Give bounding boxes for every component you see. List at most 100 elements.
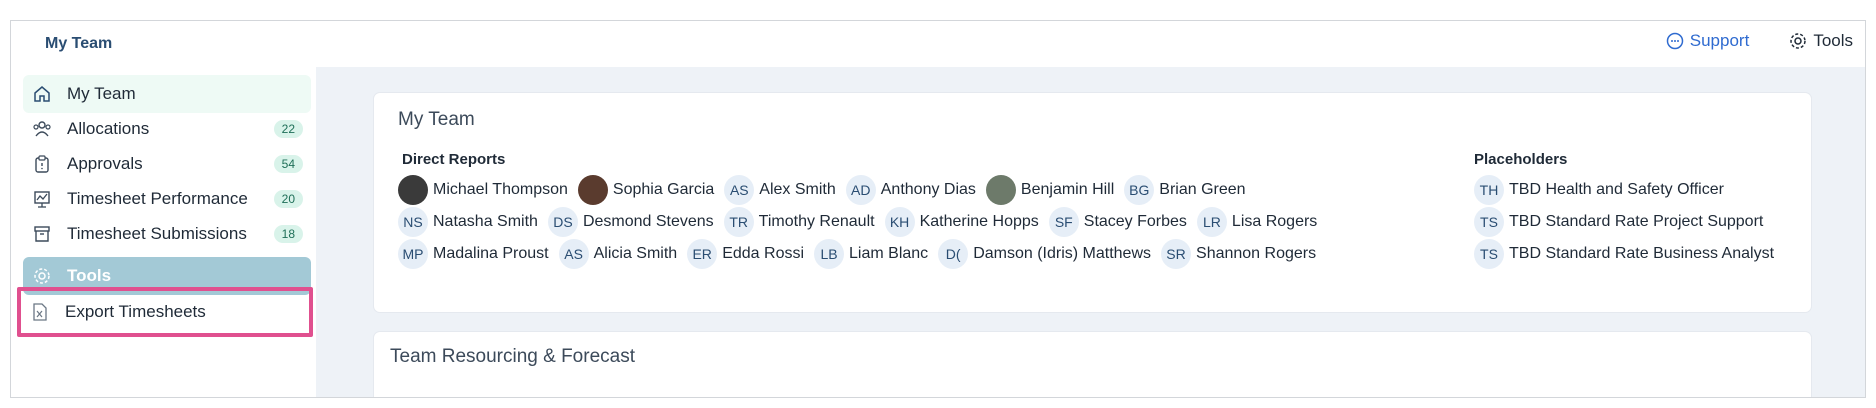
avatar: TR — [723, 207, 754, 237]
direct-reports-row: MP Madalina Proust AS Alicia Smith ER Edda … — [398, 239, 1316, 269]
avatar — [577, 175, 608, 205]
person-chip[interactable]: BG Brian Green — [1124, 175, 1246, 205]
direct-reports-row: Michael Thompson Sophia Garcia AS Alex Sm… — [398, 175, 1246, 205]
count-badge: 22 — [273, 120, 303, 138]
avatar: SR — [1161, 239, 1192, 269]
person-chip[interactable]: SR Shannon Rogers — [1161, 239, 1316, 269]
top-bar: My Team Support Tools — [11, 21, 1865, 67]
person-chip[interactable]: TR Timothy Renault — [723, 207, 875, 237]
tools-label: Tools — [1813, 31, 1853, 50]
placeholder-row: TS TBD Standard Rate Project Support — [1474, 207, 1763, 237]
excel-file-icon — [29, 301, 51, 323]
users-icon — [31, 118, 53, 140]
person-name: Benjamin Hill — [1020, 181, 1115, 198]
person-name: Desmond Stevens — [582, 213, 714, 230]
avatar: TH — [1474, 175, 1504, 205]
avatar: LB — [814, 239, 845, 269]
sidebar-item-label: Approvals — [67, 154, 143, 173]
placeholder-row: TH TBD Health and Safety Officer — [1474, 175, 1724, 205]
avatar: TS — [1474, 239, 1504, 269]
sidebar-item-my-team[interactable]: My Team — [23, 75, 311, 113]
sidebar-item-label: Allocations — [67, 119, 150, 138]
person-chip[interactable]: Benjamin Hill — [985, 175, 1115, 205]
person-chip[interactable]: LR Lisa Rogers — [1196, 207, 1318, 237]
count-badge: 20 — [273, 190, 303, 208]
person-name: Stacey Forbes — [1083, 213, 1187, 230]
person-chip[interactable]: SF Stacey Forbes — [1048, 207, 1187, 237]
person-chip[interactable]: AS Alicia Smith — [558, 239, 678, 269]
forecast-card: Team Resourcing & Forecast — [374, 332, 1811, 397]
placeholder-name: TBD Standard Rate Project Support — [1509, 213, 1764, 230]
person-chip[interactable]: LB Liam Blanc — [814, 239, 928, 269]
home-icon — [31, 83, 53, 105]
sidebar-item-approvals[interactable]: Approvals 54 — [23, 145, 311, 183]
chart-icon — [31, 188, 53, 210]
placeholders-heading: Placeholders — [1474, 151, 1568, 168]
placeholder-chip[interactable]: TH TBD Health and Safety Officer — [1474, 175, 1724, 205]
avatar — [985, 175, 1016, 205]
avatar: DS — [547, 207, 578, 237]
sidebar-item-timesheet-submissions[interactable]: Timesheet Submissions 18 — [23, 215, 311, 253]
count-badge: 54 — [273, 155, 303, 173]
person-chip[interactable]: ER Edda Rossi — [687, 239, 804, 269]
person-name: Liam Blanc — [849, 245, 929, 262]
person-name: Natasha Smith — [433, 213, 538, 230]
person-chip[interactable]: D(Damson (Idris) Matthews — [938, 239, 1151, 269]
my-team-card: My Team Direct Reports Placeholders Mich… — [374, 93, 1811, 312]
person-chip[interactable]: AS Alex Smith — [724, 175, 836, 205]
placeholder-name: TBD Health and Safety Officer — [1509, 181, 1724, 198]
app-window: My Team Support Tools My Team Allocation… — [10, 20, 1866, 398]
person-chip[interactable]: NS Natasha Smith — [398, 207, 538, 237]
avatar: SF — [1048, 207, 1079, 237]
card-title: My Team — [398, 109, 475, 130]
placeholder-row: TS TBD Standard Rate Business Analyst — [1474, 239, 1774, 269]
placeholder-chip[interactable]: TS TBD Standard Rate Project Support — [1474, 207, 1763, 237]
avatar: AD — [845, 175, 876, 205]
sidebar-item-export-timesheets[interactable]: Export Timesheets — [17, 287, 313, 337]
person-name: Madalina Proust — [433, 245, 549, 262]
person-name: Anthony Dias — [880, 181, 976, 198]
support-link[interactable]: Support — [1666, 31, 1749, 51]
archive-icon — [31, 223, 53, 245]
person-name: Katherine Hopps — [919, 213, 1039, 230]
avatar: AS — [558, 239, 589, 269]
sidebar-item-label: My Team — [67, 84, 136, 103]
placeholder-chip[interactable]: TS TBD Standard Rate Business Analyst — [1474, 239, 1774, 269]
person-chip[interactable]: AD Anthony Dias — [845, 175, 976, 205]
avatar: TS — [1474, 207, 1504, 237]
avatar: AS — [724, 175, 755, 205]
sidebar-item-label: Timesheet Submissions — [67, 224, 247, 243]
person-name: Alicia Smith — [593, 245, 678, 262]
tools-link[interactable]: Tools — [1789, 31, 1853, 51]
person-name: Edda Rossi — [722, 245, 805, 262]
app-title: My Team — [45, 35, 113, 52]
avatar: BG — [1124, 175, 1155, 205]
person-chip[interactable]: MP Madalina Proust — [398, 239, 549, 269]
person-chip[interactable]: KH Katherine Hopps — [884, 207, 1039, 237]
main-content: My Team Direct Reports Placeholders Mich… — [316, 67, 1865, 397]
sidebar-item-timesheet-performance[interactable]: Timesheet Performance 20 — [23, 180, 311, 218]
avatar: KH — [884, 207, 915, 237]
gear-icon — [31, 265, 53, 287]
sidebar-item-allocations[interactable]: Allocations 22 — [23, 110, 311, 148]
sidebar: My Team Allocations 22 Approvals 54 Time… — [11, 67, 316, 397]
person-chip[interactable]: DS Desmond Stevens — [547, 207, 714, 237]
person-name: Sophia Garcia — [612, 181, 715, 198]
sidebar-item-label: Timesheet Performance — [67, 189, 248, 208]
avatar — [398, 175, 428, 205]
person-name: Lisa Rogers — [1231, 213, 1318, 230]
chat-bubble-icon — [1666, 32, 1684, 50]
card-title: Team Resourcing & Forecast — [390, 346, 635, 367]
sidebar-item-label: Export Timesheets — [65, 302, 206, 321]
person-chip[interactable]: Michael Thompson — [398, 175, 568, 205]
person-chip[interactable]: Sophia Garcia — [577, 175, 715, 205]
gear-icon — [1790, 33, 1807, 49]
direct-reports-heading: Direct Reports — [402, 151, 506, 168]
person-name: Shannon Rogers — [1196, 245, 1317, 262]
count-badge: 18 — [273, 225, 303, 243]
person-name: Michael Thompson — [433, 181, 568, 198]
top-actions: Support Tools — [1666, 31, 1853, 51]
direct-reports-row: NS Natasha Smith DS Desmond Stevens TR Timo… — [398, 207, 1317, 237]
avatar: NS — [398, 207, 428, 237]
person-name: Alex Smith — [759, 181, 836, 198]
